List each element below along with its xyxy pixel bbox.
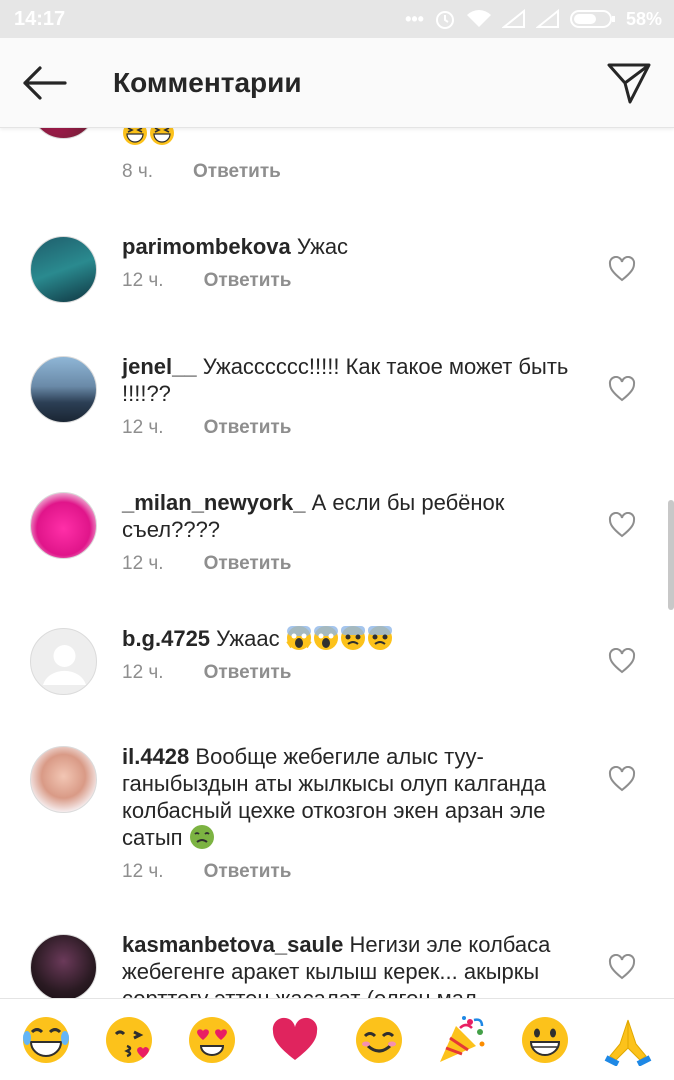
reply-button[interactable]: Ответить <box>204 417 292 439</box>
heart-icon[interactable] <box>608 648 636 674</box>
emoji-button[interactable] <box>18 1012 74 1068</box>
comment-username[interactable]: kasmanbetova_saule <box>122 932 343 957</box>
comment-text: _milan_newyork_ А если бы ребёнок съел??… <box>122 489 572 543</box>
comment-text: parimombekova Ужас <box>122 233 572 260</box>
avatar[interactable] <box>30 492 97 559</box>
party-popper-icon <box>439 1015 485 1062</box>
comment-time: 8 ч. <box>122 161 154 182</box>
comment-username[interactable]: jenel__ <box>122 354 197 379</box>
battery-icon <box>569 10 615 28</box>
heart-icon[interactable] <box>608 376 636 402</box>
comment-text <box>122 128 572 147</box>
comment-meta: 12 ч. Ответить <box>122 861 291 883</box>
folded-hands-icon <box>605 1019 652 1066</box>
more-dots-icon: ••• <box>405 8 424 29</box>
comment-text: kasmanbetova_saule Негизи эле колбаса же… <box>122 931 572 998</box>
heart-eyes-icon <box>189 1016 236 1063</box>
header: Комментарии <box>0 38 674 128</box>
reply-button[interactable]: Ответить <box>204 553 292 575</box>
comment-time: 12 ч. <box>122 553 164 574</box>
fearful-face-emoji-icon <box>340 626 365 650</box>
comment-time: 12 ч. <box>122 662 164 683</box>
default-avatar-icon <box>43 645 86 685</box>
avatar[interactable] <box>30 236 97 303</box>
paper-plane-icon <box>607 63 651 104</box>
page-title: Комментарии <box>113 67 302 98</box>
comment-time: 12 ч. <box>122 270 164 291</box>
comment-username[interactable]: _milan_newyork_ <box>122 490 305 515</box>
comment-content: Ужаас <box>216 626 280 651</box>
signal-icon-2 <box>535 9 559 28</box>
send-button[interactable] <box>604 58 654 108</box>
fearful-face-emoji-icon <box>367 626 392 650</box>
reply-button[interactable]: Ответить <box>193 161 281 183</box>
emoji-button[interactable] <box>517 1012 573 1068</box>
face-with-tears-of-joy-icon <box>22 1016 69 1063</box>
emoji-button[interactable] <box>184 1012 240 1068</box>
back-button[interactable] <box>18 58 70 108</box>
comment-content: Ужас <box>296 234 349 259</box>
scrollbar[interactable] <box>668 500 674 610</box>
avatar[interactable] <box>30 746 97 813</box>
red-heart-icon <box>273 1017 318 1060</box>
emoji-button[interactable] <box>351 1012 407 1068</box>
kissing-heart-icon <box>105 1016 152 1063</box>
comment-username[interactable]: b.g.4725 <box>122 626 210 651</box>
emoji-button[interactable] <box>267 1012 323 1068</box>
comment-meta: 12 ч. Ответить <box>122 417 291 439</box>
comment-meta: 8 ч. Ответить <box>122 161 281 183</box>
grinning-face-icon <box>522 1016 569 1063</box>
avatar[interactable] <box>30 628 97 695</box>
battery-level: 58% <box>625 8 662 29</box>
comments-list[interactable]: 8 ч. Ответить parimombekova Ужас 12 ч. О… <box>0 128 674 998</box>
status-icons: ••• 58% <box>405 8 662 30</box>
avatar[interactable] <box>30 128 97 139</box>
arrow-left-icon <box>23 66 67 100</box>
grinning-squint-emoji-icon <box>123 128 147 145</box>
comment-username[interactable]: parimombekova <box>122 234 291 259</box>
nauseated-face-emoji-icon <box>189 825 214 849</box>
avatar[interactable] <box>30 934 97 998</box>
screaming-face-emoji-icon <box>313 626 338 650</box>
emoji-button[interactable] <box>101 1012 157 1068</box>
reply-button[interactable]: Ответить <box>204 662 292 684</box>
heart-icon[interactable] <box>608 256 636 282</box>
smiling-face-icon <box>355 1016 402 1063</box>
comment-meta: 12 ч. Ответить <box>122 270 291 292</box>
heart-icon[interactable] <box>608 954 636 980</box>
emoji-button[interactable] <box>600 1012 656 1068</box>
comment-time: 12 ч. <box>122 417 164 438</box>
emoji-quick-bar <box>0 998 674 1080</box>
comment-text: il.4428 Вообще жебегиле алыс туу­ганыбыз… <box>122 743 572 851</box>
comment-text: b.g.4725 Ужаас <box>122 625 572 652</box>
comment-meta: 12 ч. Ответить <box>122 662 291 684</box>
status-time: 14:17 <box>14 8 66 30</box>
heart-icon[interactable] <box>608 512 636 538</box>
comment-meta: 12 ч. Ответить <box>122 553 291 575</box>
heart-icon[interactable] <box>608 766 636 792</box>
status-bar: 14:17 ••• 58% <box>0 0 674 38</box>
reply-button[interactable]: Ответить <box>204 270 292 292</box>
reply-button[interactable]: Ответить <box>204 861 292 883</box>
alarm-icon <box>435 11 454 29</box>
emoji-button[interactable] <box>434 1012 490 1068</box>
signal-icon <box>501 9 525 28</box>
comment-text: jenel__ Ужасссссс!!!!! Как такое может б… <box>122 353 572 407</box>
wifi-icon <box>466 10 491 27</box>
comment-username[interactable]: il.4428 <box>122 744 189 769</box>
screaming-face-emoji-icon <box>286 626 312 650</box>
grinning-squint-emoji-icon <box>150 128 174 145</box>
avatar[interactable] <box>30 356 97 423</box>
comment-time: 12 ч. <box>122 861 164 882</box>
